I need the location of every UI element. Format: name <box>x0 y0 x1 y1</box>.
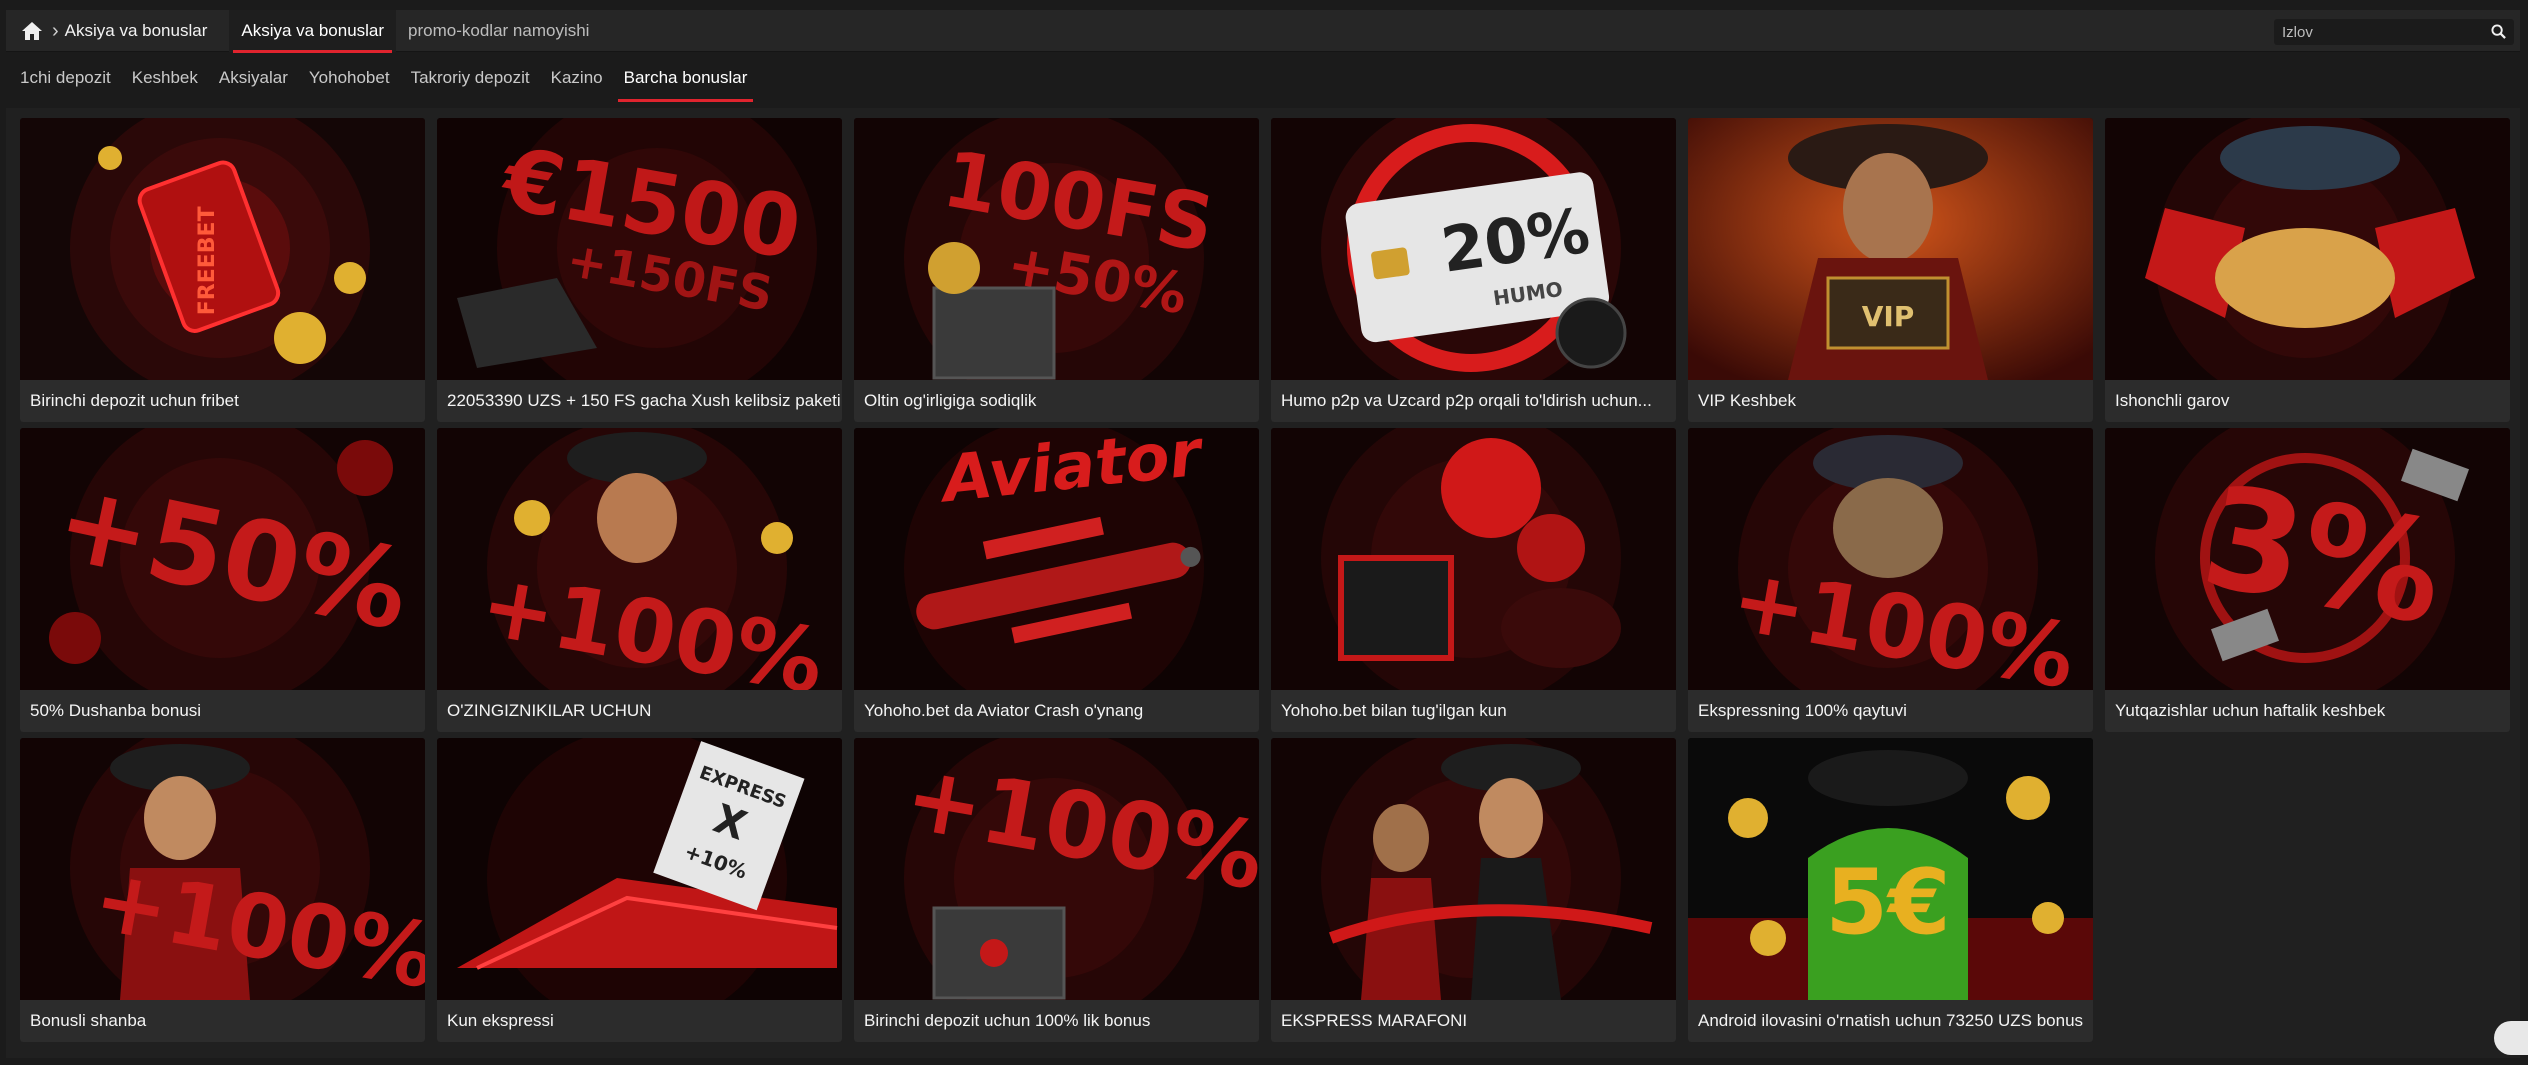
svg-text:5€: 5€ <box>1825 850 1950 955</box>
home-icon <box>22 21 42 40</box>
bonus-grid: FREEBET Birinchi depozit uchun fribet €1… <box>20 118 2510 1042</box>
breadcrumb-current[interactable]: Aksiya va bonuslar <box>65 21 208 41</box>
bonus-card[interactable]: EXPRESS X +10% Kun ekspressi <box>437 738 842 1042</box>
bonus-card-title: Birinchi depozit uchun fribet <box>20 380 425 422</box>
bonus-card-image <box>1271 738 1676 1000</box>
bonus-card-image: Aviator <box>854 428 1259 690</box>
bonus-card[interactable]: 5€ Android ilovasini o'rnatish uchun 732… <box>1688 738 2093 1042</box>
bonus-card-title: Yutqazishlar uchun haftalik keshbek <box>2105 690 2510 732</box>
chevron-right-icon: › <box>52 19 59 42</box>
bonus-card-image: 20% HUMO <box>1271 118 1676 380</box>
bonus-card-title: Yohoho.bet da Aviator Crash o'ynang <box>854 690 1259 732</box>
bonus-card[interactable]: 100FS +50% Oltin og'irligiga sodiqlik <box>854 118 1259 422</box>
bonus-card[interactable]: +100% Bonusli shanba <box>20 738 425 1042</box>
bonus-card-image: 3% <box>2105 428 2510 690</box>
top-bar: › Aksiya va bonuslar Aksiya va bonuslar … <box>6 9 2520 53</box>
subnav-barcha-bonuslar[interactable]: Barcha bonuslar <box>617 62 754 102</box>
bonus-card-image: +100% <box>437 428 842 690</box>
subnav-1chi-depozit[interactable]: 1chi depozit <box>14 62 117 94</box>
bonus-card-title: Humo p2p va Uzcard p2p orqali to'ldirish… <box>1271 380 1676 422</box>
bonus-card-title: Birinchi depozit uchun 100% lik bonus <box>854 1000 1259 1042</box>
bonus-card[interactable]: €1500 +150FS 22053390 UZS + 150 FS gacha… <box>437 118 842 422</box>
page: › Aksiya va bonuslar Aksiya va bonuslar … <box>0 0 2528 1065</box>
bonus-card-title: O'ZINGIZNIKILAR UCHUN <box>437 690 842 732</box>
bonus-card-image: VIP <box>1688 118 2093 380</box>
search-box <box>2274 19 2514 45</box>
bonus-card[interactable]: VIP VIP Keshbek <box>1688 118 2093 422</box>
bonus-card[interactable]: +100% Birinchi depozit uchun 100% lik bo… <box>854 738 1259 1042</box>
bonus-card[interactable]: +100% Ekspressning 100% qaytuvi <box>1688 428 2093 732</box>
bonus-card[interactable]: Ishonchli garov <box>2105 118 2510 422</box>
search-input[interactable] <box>2282 23 2482 41</box>
bonus-card-image: +50% <box>20 428 425 690</box>
bonus-panel: FREEBET Birinchi depozit uchun fribet €1… <box>6 108 2520 1058</box>
bonus-card[interactable]: EKSPRESS MARAFONI <box>1271 738 1676 1042</box>
bonus-card-title: Android ilovasini o'rnatish uchun 73250 … <box>1688 1000 2093 1042</box>
bonus-card-image: EXPRESS X +10% <box>437 738 842 1000</box>
subnav-aksiyalar[interactable]: Aksiyalar <box>213 62 294 94</box>
search-icon[interactable] <box>2491 24 2506 39</box>
bonus-card-title: Bonusli shanba <box>20 1000 425 1042</box>
svg-text:FREEBET: FREEBET <box>195 206 220 315</box>
bonus-card-image: +100% <box>1688 428 2093 690</box>
bonus-card[interactable]: +100% O'ZINGIZNIKILAR UCHUN <box>437 428 842 732</box>
bonus-card[interactable]: Aviator Yohoho.bet da Aviator Crash o'yn… <box>854 428 1259 732</box>
bonus-card-title: Kun ekspressi <box>437 1000 842 1042</box>
bonus-card-title: 22053390 UZS + 150 FS gacha Xush kelibsi… <box>437 380 842 422</box>
tab-aksiya-va-bonuslar[interactable]: Aksiya va bonuslar <box>229 9 397 53</box>
bonus-card-image <box>2105 118 2510 380</box>
bonus-card-image: FREEBET <box>20 118 425 380</box>
top-tabs: Aksiya va bonuslar promo-kodlar namoyish… <box>229 9 601 53</box>
bonus-card-image: €1500 +150FS <box>437 118 842 380</box>
bonus-card[interactable]: 20% HUMO Humo p2p va Uzcard p2p orqali t… <box>1271 118 1676 422</box>
bonus-card-title: Ishonchli garov <box>2105 380 2510 422</box>
bonus-card-title: Oltin og'irligiga sodiqlik <box>854 380 1259 422</box>
bonus-card-image: +100% <box>20 738 425 1000</box>
bonus-card-title: 50% Dushanba bonusi <box>20 690 425 732</box>
home-button[interactable] <box>12 10 52 52</box>
bonus-card[interactable]: Yohoho.bet bilan tug'ilgan kun <box>1271 428 1676 732</box>
chat-button[interactable] <box>2494 1021 2528 1055</box>
bonus-card-title: VIP Keshbek <box>1688 380 2093 422</box>
tab-promo-kodlar[interactable]: promo-kodlar namoyishi <box>396 10 601 52</box>
bonus-card-title: Yohoho.bet bilan tug'ilgan kun <box>1271 690 1676 732</box>
bonus-card[interactable]: +50% 50% Dushanba bonusi <box>20 428 425 732</box>
subnav-yohohobet[interactable]: Yohohobet <box>303 62 396 94</box>
bonus-card[interactable]: FREEBET Birinchi depozit uchun fribet <box>20 118 425 422</box>
bonus-card-title: Ekspressning 100% qaytuvi <box>1688 690 2093 732</box>
bonus-card-image: +100% <box>854 738 1259 1000</box>
bonus-card[interactable]: 3% Yutqazishlar uchun haftalik keshbek <box>2105 428 2510 732</box>
bonus-category-nav: 1chi depozit Keshbek Aksiyalar Yohohobet… <box>14 62 762 104</box>
bonus-card-title: EKSPRESS MARAFONI <box>1271 1000 1676 1042</box>
subnav-takroriy-depozit[interactable]: Takroriy depozit <box>405 62 536 94</box>
bonus-card-image <box>1271 428 1676 690</box>
subnav-keshbek[interactable]: Keshbek <box>126 62 204 94</box>
svg-text:VIP: VIP <box>1862 300 1915 333</box>
subnav-kazino[interactable]: Kazino <box>545 62 609 94</box>
bonus-card-image: 5€ <box>1688 738 2093 1000</box>
bonus-card-image: 100FS +50% <box>854 118 1259 380</box>
